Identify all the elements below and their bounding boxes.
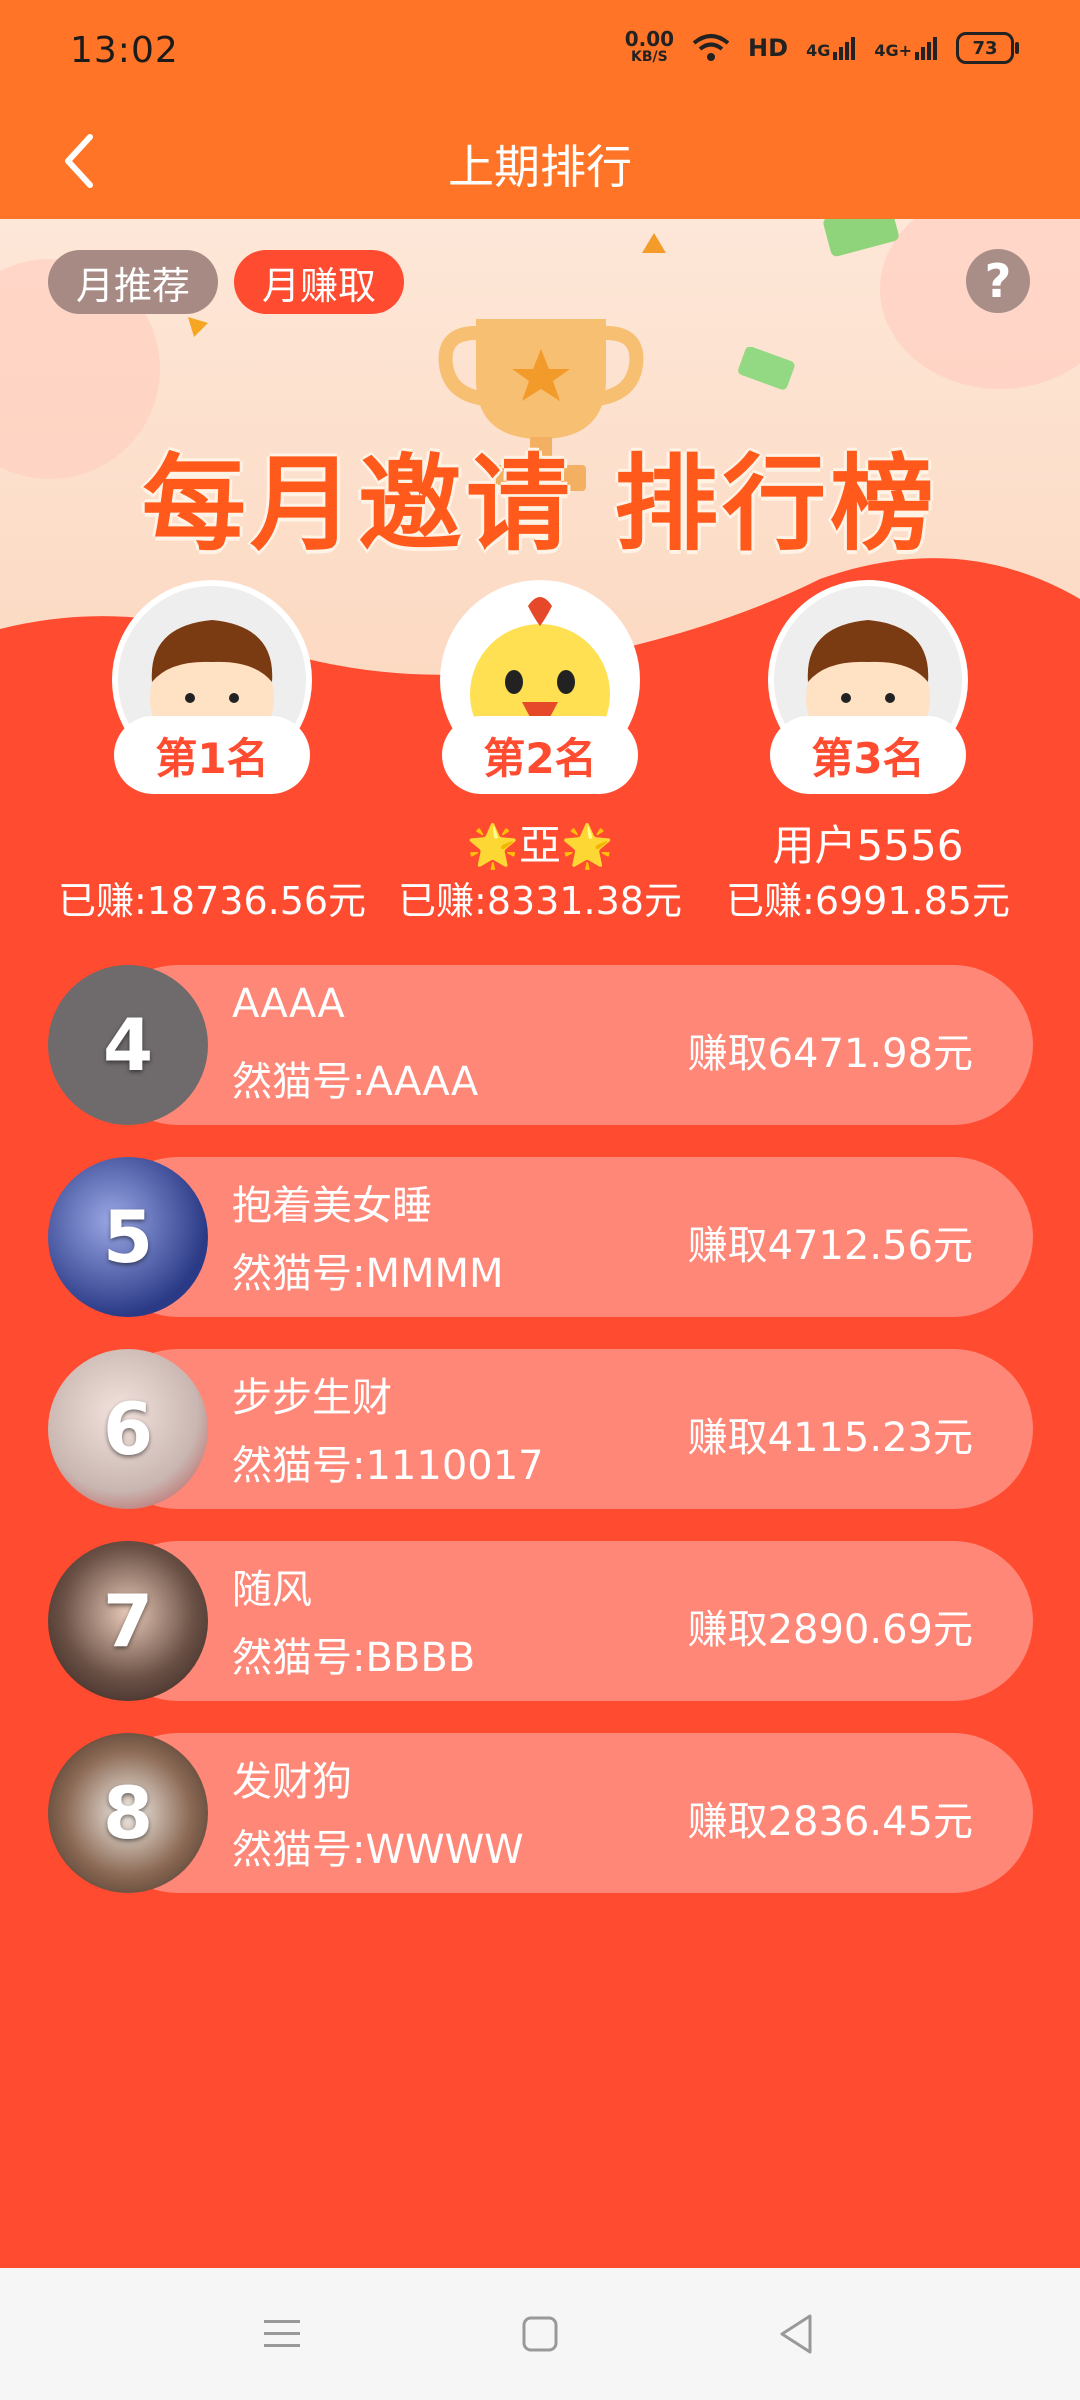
menu-icon xyxy=(264,2320,300,2347)
podium-name: 用户5556 xyxy=(772,821,964,870)
user-name: 步步生财 xyxy=(232,1375,392,1421)
system-nav-bar xyxy=(0,2268,1080,2400)
list-item[interactable]: 7 随风 然猫号:BBBB 赚取2890.69元 xyxy=(48,1541,1033,1701)
app-header: 上期排行 xyxy=(0,105,1080,219)
list-item[interactable]: 5 抱着美女睡 然猫号:MMMM 赚取4712.56元 xyxy=(48,1157,1033,1317)
money-icon xyxy=(823,219,899,257)
user-name: 发财狗 xyxy=(232,1759,352,1805)
status-icons: 0.00 KB/S HD 4G 4G+ 73 xyxy=(624,27,1019,66)
status-bar: 13:02 0.00 KB/S HD 4G 4G+ 73 xyxy=(0,0,1080,105)
menu-button[interactable] xyxy=(252,2304,312,2364)
user-id: 然猫号:MMMM xyxy=(232,1251,504,1297)
user-name: 随风 xyxy=(232,1567,312,1613)
home-button[interactable] xyxy=(510,2304,570,2364)
net-speed: 0.00 KB/S xyxy=(624,27,675,66)
signal-4gplus-label: 4G+ xyxy=(874,36,938,60)
podium-item-1[interactable]: 第1名 已赚:18736.56元 xyxy=(52,580,372,925)
earned-amount: 赚取4712.56元 xyxy=(687,1223,973,1269)
signal-bars-icon xyxy=(833,37,856,60)
podium-earned: 已赚:18736.56元 xyxy=(57,879,367,923)
confetti-icon xyxy=(188,317,208,337)
podium-earned: 已赚:8331.38元 xyxy=(398,879,682,923)
podium-item-3[interactable]: 第3名 用户5556 已赚:6991.85元 xyxy=(708,580,1028,925)
rank-badge: 第3名 xyxy=(770,716,966,794)
tab-monthly-earn[interactable]: 月赚取 xyxy=(234,250,405,314)
user-id: 然猫号:BBBB xyxy=(232,1635,476,1681)
earned-amount: 赚取4115.23元 xyxy=(687,1415,973,1461)
help-button[interactable]: ? xyxy=(966,249,1030,313)
rank-number: 4 xyxy=(102,1003,154,1087)
list-item[interactable]: 4 AAAA 然猫号:AAAA 赚取6471.98元 xyxy=(48,965,1033,1125)
battery-level: 73 xyxy=(972,37,998,59)
battery-icon: 73 xyxy=(956,32,1019,64)
back-triangle-icon xyxy=(780,2314,812,2354)
rank-number: 5 xyxy=(102,1195,154,1279)
rank-number: 8 xyxy=(102,1771,154,1855)
user-name: 抱着美女睡 xyxy=(232,1183,432,1229)
podium-name: 🌟亞🌟 xyxy=(466,821,614,870)
user-id: 然猫号:AAAA xyxy=(232,1059,479,1105)
money-icon xyxy=(738,347,795,390)
confetti-icon xyxy=(642,233,666,253)
home-square-icon xyxy=(522,2316,558,2352)
rank-number: 6 xyxy=(102,1387,154,1471)
tab-monthly-recommend[interactable]: 月推荐 xyxy=(48,250,219,314)
list-item[interactable]: 6 步步生财 然猫号:1110017 赚取4115.23元 xyxy=(48,1349,1033,1509)
page-title: 上期排行 xyxy=(448,140,632,194)
rank-badge: 第1名 xyxy=(114,716,310,794)
rank-number: 7 xyxy=(102,1579,154,1663)
podium-earned: 已赚:6991.85元 xyxy=(726,879,1010,923)
list-item[interactable]: 8 发财狗 然猫号:WWWW 赚取2836.45元 xyxy=(48,1733,1033,1893)
earned-amount: 赚取2890.69元 xyxy=(687,1607,973,1653)
earned-amount: 赚取2836.45元 xyxy=(687,1799,973,1845)
hd-label: HD xyxy=(748,34,789,62)
user-id: 然猫号:WWWW xyxy=(232,1827,524,1873)
podium-item-2[interactable]: 第2名 🌟亞🌟 已赚:8331.38元 xyxy=(380,580,700,925)
net-speed-value: 0.00 xyxy=(624,27,675,51)
user-id: 然猫号:1110017 xyxy=(232,1443,544,1489)
wifi-icon xyxy=(692,34,730,61)
rank-badge: 第2名 xyxy=(442,716,638,794)
question-icon: ? xyxy=(984,254,1012,308)
earned-amount: 赚取6471.98元 xyxy=(687,1031,973,1077)
signal-bars-icon xyxy=(915,37,937,60)
user-name: AAAA xyxy=(232,981,345,1027)
nav-back-button[interactable] xyxy=(766,2304,826,2364)
status-time: 13:02 xyxy=(70,30,179,71)
podium-top3: 第1名 已赚:18736.56元 第2名 🌟亞🌟 已赚:8331.38元 第3名… xyxy=(0,580,1080,940)
net-speed-unit: KB/S xyxy=(631,49,668,65)
signal-4g-label: 4G xyxy=(806,36,856,60)
period-toggle: 月推荐 月赚取 xyxy=(48,250,405,314)
ranking-list: 4 AAAA 然猫号:AAAA 赚取6471.98元 5 抱着美女睡 然猫号:M… xyxy=(48,965,1033,1925)
